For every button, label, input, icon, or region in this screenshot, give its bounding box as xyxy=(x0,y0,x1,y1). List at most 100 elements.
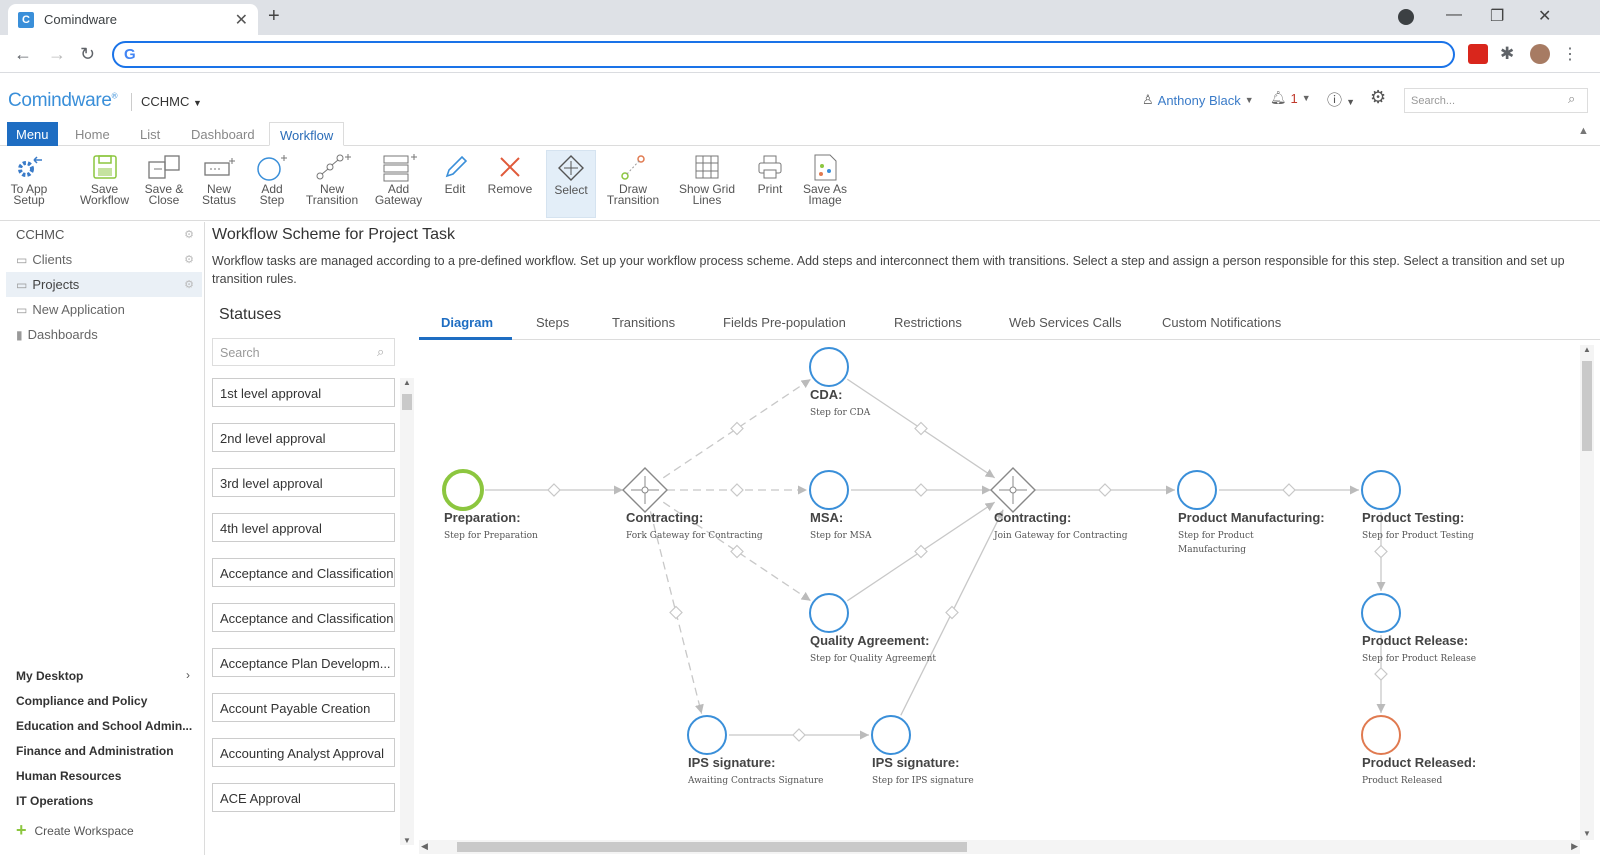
browser-menu-icon[interactable]: ⋮ xyxy=(1562,44,1582,64)
transition-handle[interactable] xyxy=(914,544,928,559)
sidebar-section-compliance[interactable]: Compliance and Policy xyxy=(16,694,147,708)
draw-transition-button[interactable]: Draw Transition xyxy=(604,150,662,218)
sidebar-section-education[interactable]: Education and School Admin... xyxy=(16,719,192,733)
tab-transitions[interactable]: Transitions xyxy=(612,315,675,330)
gear-icon[interactable]: ⚙ xyxy=(184,253,194,266)
workflow-node-fork[interactable]: Contracting: Fork Gateway for Contracting xyxy=(622,467,763,541)
minimize-icon[interactable]: — xyxy=(1446,6,1462,24)
status-item[interactable]: Acceptance Plan Developm... xyxy=(212,648,395,677)
statuses-search-input[interactable]: Search xyxy=(212,338,395,366)
statuses-scrollbar[interactable]: ▲ ▼ xyxy=(400,378,414,845)
tab-diagram[interactable]: Diagram xyxy=(441,315,493,330)
gear-icon[interactable]: ⚙ xyxy=(1370,87,1386,108)
transition-handle[interactable] xyxy=(1374,667,1388,681)
workflow-node-ips2[interactable]: IPS signature: Step for IPS signature xyxy=(871,715,974,786)
tab-custom-notifications[interactable]: Custom Notifications xyxy=(1162,315,1281,330)
scroll-down-icon[interactable]: ▼ xyxy=(1583,829,1591,838)
to-app-setup-button[interactable]: To App Setup xyxy=(4,150,54,218)
save-workflow-button[interactable]: Save Workflow xyxy=(77,150,132,218)
pdf-extension-icon[interactable] xyxy=(1468,44,1488,64)
transition-handle[interactable] xyxy=(914,421,928,436)
search-icon[interactable]: ⌕ xyxy=(1568,91,1575,107)
status-item[interactable]: 2nd level approval xyxy=(212,423,395,452)
new-tab-icon[interactable]: + xyxy=(268,5,280,28)
diagram-vertical-scrollbar[interactable]: ▲ ▼ xyxy=(1580,345,1594,840)
tab-fields-prepopulation[interactable]: Fields Pre-population xyxy=(723,315,846,330)
reload-icon[interactable]: ↻ xyxy=(80,44,95,65)
sidebar-item-dashboards[interactable]: ▮ Dashboards xyxy=(6,322,202,347)
new-status-button[interactable]: New Status xyxy=(195,150,243,218)
tab-steps[interactable]: Steps xyxy=(536,315,569,330)
diagram-horizontal-scrollbar[interactable]: ◀ ▶ xyxy=(419,840,1580,854)
transition-handle[interactable] xyxy=(547,483,561,497)
workflow-node-msa[interactable]: MSA: Step for MSA xyxy=(809,470,872,541)
workflow-node-prd[interactable]: Product Released: Product Released xyxy=(1361,715,1476,786)
avatar[interactable] xyxy=(1530,44,1550,64)
close-window-icon[interactable]: ✕ xyxy=(1538,6,1551,26)
scroll-thumb[interactable] xyxy=(402,394,412,410)
tab-workflow[interactable]: Workflow xyxy=(269,122,345,146)
back-icon[interactable]: ← xyxy=(14,44,32,65)
omnibox[interactable]: G xyxy=(112,41,1455,68)
add-step-button[interactable]: Add Step xyxy=(251,150,293,218)
transition-handle[interactable] xyxy=(1098,483,1112,497)
status-item[interactable]: ACE Approval xyxy=(212,783,395,812)
transition-handle[interactable] xyxy=(730,421,744,436)
search-icon[interactable]: ⌕ xyxy=(377,344,384,360)
workflow-node-pt[interactable]: Product Testing: Step for Product Testing xyxy=(1361,470,1474,541)
sidebar-item-projects[interactable]: ▭ Projects ⚙ xyxy=(6,272,202,297)
sidebar-section-my-desktop[interactable]: My Desktop xyxy=(16,669,83,683)
workflow-node-pr[interactable]: Product Release: Step for Product Release xyxy=(1361,593,1476,664)
create-workspace-button[interactable]: + Create Workspace xyxy=(16,820,134,841)
save-close-button[interactable]: Save & Close xyxy=(139,150,189,218)
add-gateway-button[interactable]: Add Gateway xyxy=(371,150,426,218)
workflow-node-qa[interactable]: Quality Agreement: Step for Quality Agree… xyxy=(809,593,936,664)
transition-handle[interactable] xyxy=(792,728,806,742)
profile-menu-icon[interactable] xyxy=(1398,9,1414,25)
chevron-right-icon[interactable]: › xyxy=(186,668,190,682)
notifications[interactable]: 🔔︎ 1 ▼ xyxy=(1270,90,1311,106)
tab-home[interactable]: Home xyxy=(65,122,120,146)
step-circle[interactable] xyxy=(809,593,849,633)
scroll-up-icon[interactable]: ▲ xyxy=(403,378,411,387)
remove-button[interactable]: Remove xyxy=(486,150,534,218)
step-circle[interactable] xyxy=(1177,470,1217,510)
transition-handle[interactable] xyxy=(1374,544,1388,559)
search-input[interactable]: Search... xyxy=(1404,88,1588,113)
workflow-node-prep[interactable]: Preparation: Step for Preparation xyxy=(442,469,538,541)
step-circle[interactable] xyxy=(1361,593,1401,633)
transition-handle[interactable] xyxy=(1282,483,1296,497)
status-item[interactable]: 3rd level approval xyxy=(212,468,395,497)
forward-icon[interactable]: → xyxy=(48,44,66,65)
step-circle[interactable] xyxy=(871,715,911,755)
transition-handle[interactable] xyxy=(945,605,959,620)
step-circle[interactable] xyxy=(809,347,849,387)
select-button[interactable]: Select xyxy=(546,150,596,218)
workflow-diagram[interactable]: Preparation: Step for Preparation Contract… xyxy=(419,345,1580,840)
edit-button[interactable]: Edit xyxy=(438,150,472,218)
step-circle[interactable] xyxy=(442,469,484,511)
scroll-right-icon[interactable]: ▶ xyxy=(1571,841,1578,852)
status-item[interactable]: Acceptance and Classification xyxy=(212,558,395,587)
sidebar-section-hr[interactable]: Human Resources xyxy=(16,769,121,783)
print-button[interactable]: Print xyxy=(752,150,788,218)
gear-icon[interactable]: ⚙ xyxy=(184,278,194,291)
scroll-thumb[interactable] xyxy=(1582,361,1592,451)
scroll-up-icon[interactable]: ▲ xyxy=(1583,345,1591,354)
step-circle[interactable] xyxy=(809,470,849,510)
close-tab-icon[interactable]: ✕ xyxy=(235,10,248,30)
restore-icon[interactable]: ❐ xyxy=(1490,6,1504,26)
transition-handle[interactable] xyxy=(730,544,744,559)
step-circle[interactable] xyxy=(1361,715,1401,755)
scroll-left-icon[interactable]: ◀ xyxy=(421,841,428,852)
browser-tab[interactable]: C Comindware ✕ xyxy=(8,4,258,35)
puzzle-extension-icon[interactable]: ✱ xyxy=(1500,44,1520,64)
status-item[interactable]: Accounting Analyst Approval xyxy=(212,738,395,767)
scroll-thumb[interactable] xyxy=(457,842,967,852)
step-circle[interactable] xyxy=(1361,470,1401,510)
new-transition-button[interactable]: New Transition xyxy=(302,150,362,218)
status-item[interactable]: Account Payable Creation xyxy=(212,693,395,722)
workflow-diagram-canvas[interactable]: Preparation: Step for Preparation Contract… xyxy=(419,345,1580,840)
tab-restrictions[interactable]: Restrictions xyxy=(894,315,962,330)
workflow-node-pm[interactable]: Product Manufacturing: Step for Product Ma… xyxy=(1177,470,1325,555)
